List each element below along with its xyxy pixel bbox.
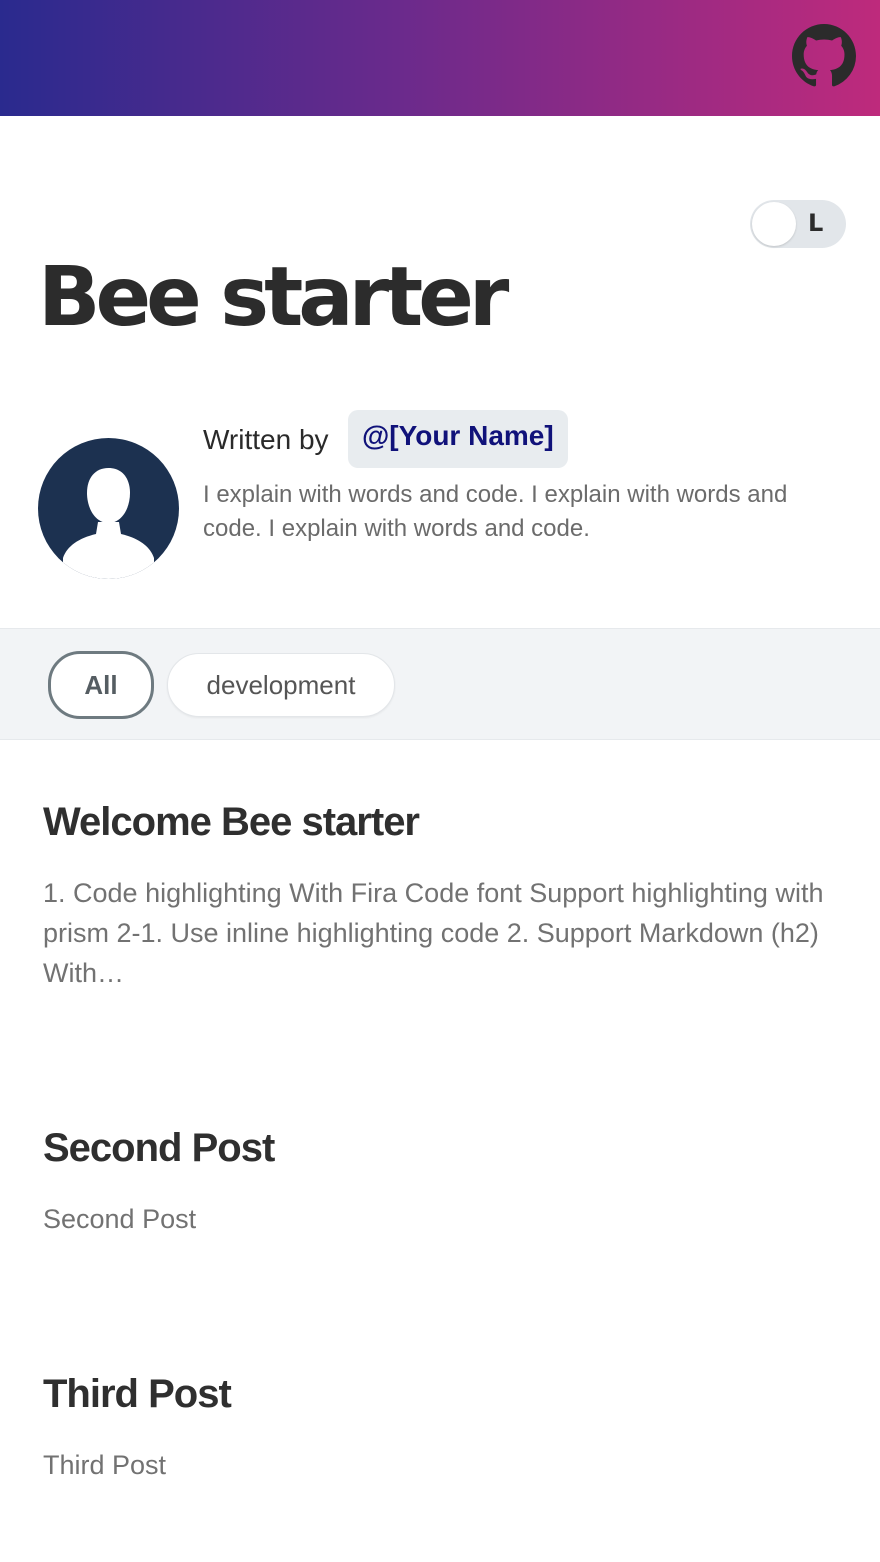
author-bio: I explain with words and code. I explain… (203, 481, 788, 542)
github-icon (792, 24, 856, 87)
site-title[interactable]: Bee starter (38, 250, 509, 345)
github-link[interactable] (792, 24, 856, 88)
post-excerpt-second: Second Post (43, 1204, 197, 1234)
user-avatar-icon (63, 468, 154, 579)
post-title-second[interactable]: Second Post (43, 1126, 275, 1171)
tag-development-button[interactable]: development (167, 653, 395, 717)
toggle-knob (752, 202, 796, 246)
written-by-label: Written by (203, 424, 329, 455)
tag-filter-bar: All development (0, 628, 880, 740)
tag-all-button[interactable]: All (48, 651, 154, 719)
top-header-bar (0, 0, 880, 116)
author-avatar (38, 438, 179, 579)
theme-toggle[interactable]: L (750, 200, 846, 248)
post-title-third[interactable]: Third Post (43, 1372, 232, 1417)
toggle-label: L (808, 209, 824, 237)
post-excerpt-welcome: 1. Code highlighting With Fira Code font… (43, 878, 824, 988)
post-title-welcome[interactable]: Welcome Bee starter (43, 800, 420, 845)
post-excerpt-third: Third Post (43, 1450, 167, 1480)
author-handle-link[interactable]: @[Your Name] (348, 410, 568, 468)
